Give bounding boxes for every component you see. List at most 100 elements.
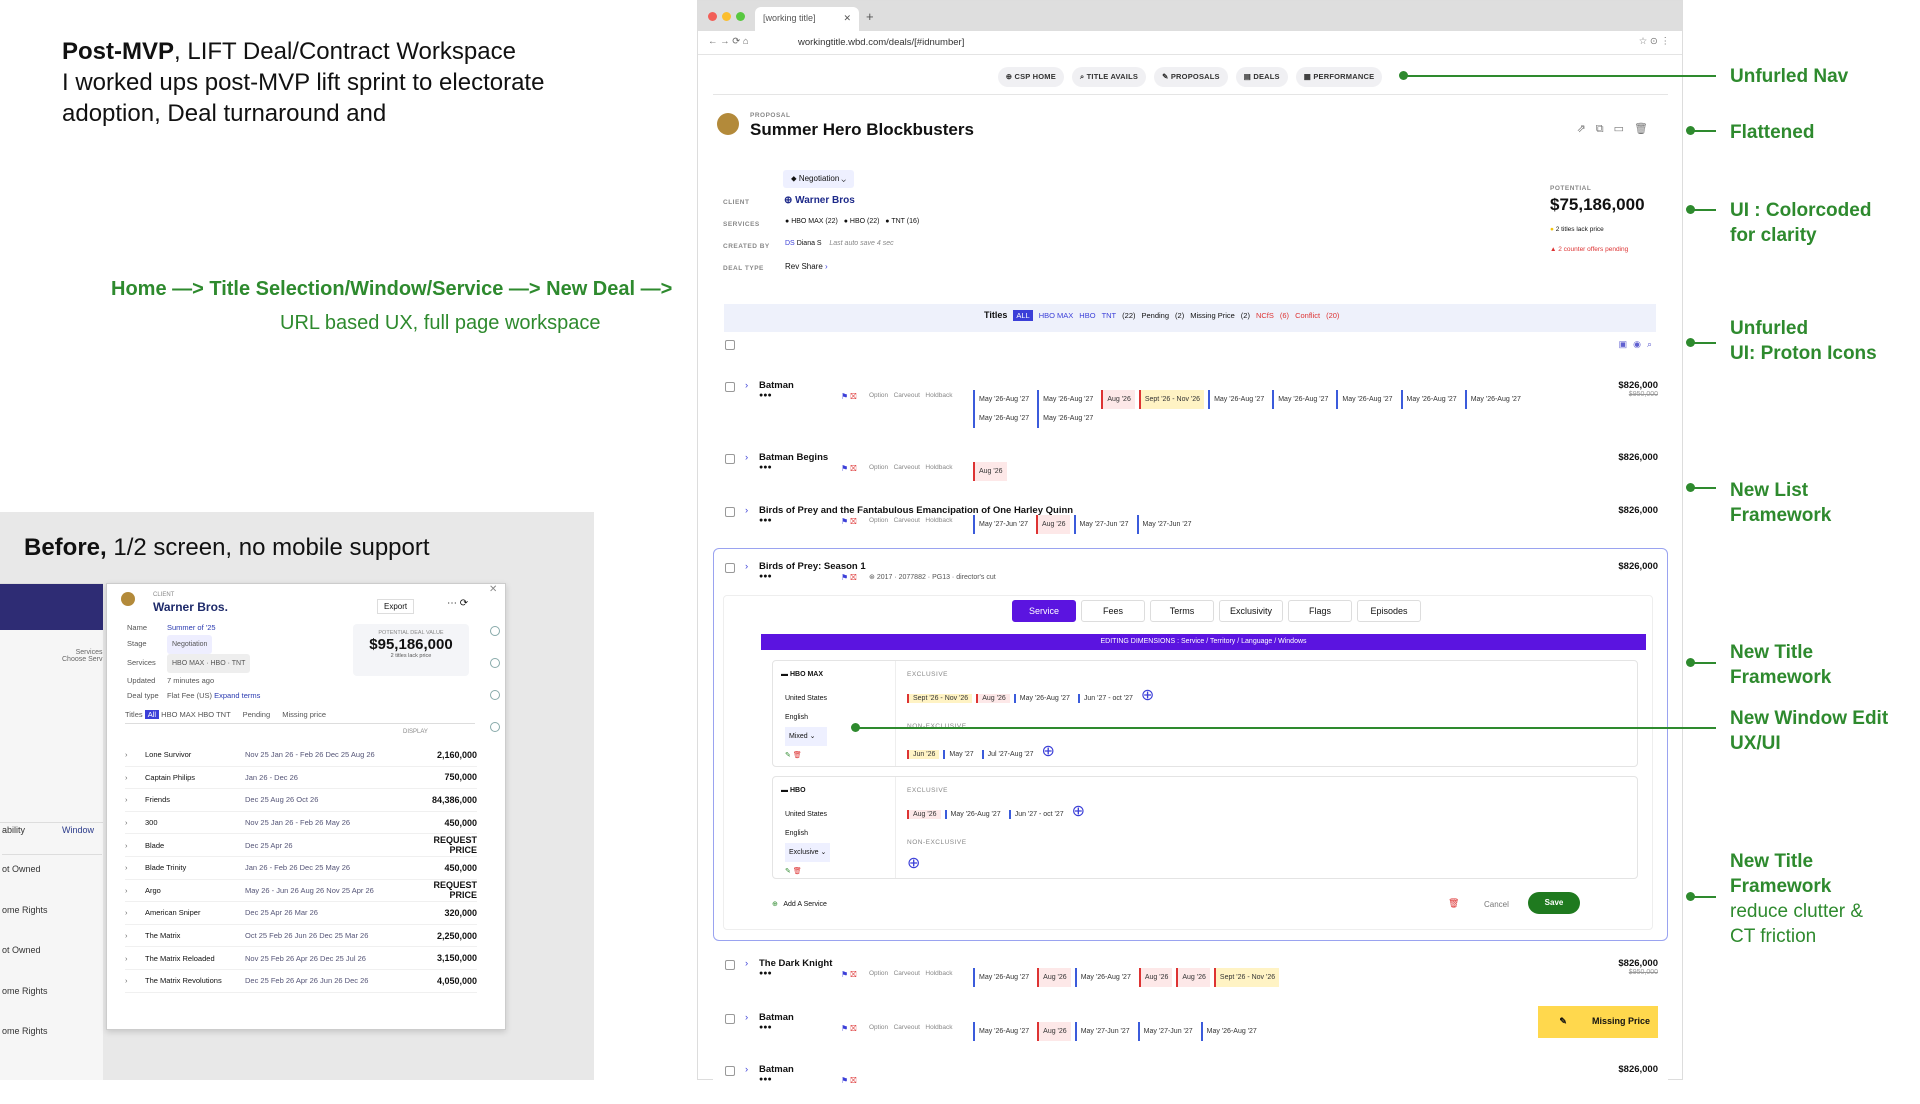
title-name[interactable]: Birds of Prey: Season 1 xyxy=(759,561,866,572)
flag-icons[interactable]: ⚑ ⛝ xyxy=(841,517,857,527)
table-row[interactable]: › Lone Survivor Nov 25 Jan 26 - Feb 26 Dec… xyxy=(125,744,477,767)
title-row[interactable]: › Birds of Prey and the Fantabulous Eman… xyxy=(723,505,1668,545)
tab-all[interactable]: All xyxy=(144,710,160,719)
row-checkbox[interactable] xyxy=(725,507,735,517)
add-window-icon[interactable]: ⊕ xyxy=(1042,743,1055,760)
window-chip[interactable]: Sept '26 - Nov '26 xyxy=(907,694,973,703)
edit-tab[interactable]: Service xyxy=(1012,600,1076,622)
stage-select[interactable]: ⬥ Negotiation ⌄ xyxy=(783,170,854,188)
window-chip[interactable]: May '27 xyxy=(943,750,977,759)
window-chip[interactable]: Jun '27 - oct '27 xyxy=(1008,810,1068,819)
flag-icons[interactable]: ⚑ ⛝ xyxy=(841,464,857,474)
window-chip[interactable]: May '27-Jun '27 xyxy=(1073,515,1133,534)
missing-price-badge[interactable]: ✎ Missing Price xyxy=(1538,1006,1658,1038)
window-chip[interactable]: May '26-Aug '27 xyxy=(1037,390,1097,409)
window-chip[interactable]: Aug '26 xyxy=(1037,968,1071,987)
filter-item[interactable]: HBO xyxy=(1079,311,1095,320)
edit-tab[interactable]: Terms xyxy=(1150,600,1214,622)
window-chip[interactable]: May '26-Aug '27 xyxy=(973,968,1033,987)
table-row[interactable]: › The Matrix Oct 25 Feb 26 Jun 26 Dec 25 M… xyxy=(125,925,477,948)
flag-icons[interactable]: ⚑ ⛝ xyxy=(841,970,857,980)
table-row[interactable]: › Blade Trinity Jan 26 - Feb 26 Dec 25 May… xyxy=(125,857,477,880)
window-chip[interactable]: May '26-Aug '27 xyxy=(944,810,1005,819)
option-links[interactable]: Option Carveout Holdback xyxy=(869,970,952,977)
close-icon[interactable]: ✕ xyxy=(489,584,497,595)
filter-item[interactable]: Titles xyxy=(984,310,1007,320)
table-row[interactable]: › Friends Dec 25 Aug 26 Oct 26 84,386,000 xyxy=(125,789,477,812)
table-row[interactable]: › Argo May 26 - Jun 26 Aug 26 Nov 25 Apr 2… xyxy=(125,880,477,903)
address-bar[interactable]: ← → ⟳ ⌂ workingtitle.wbd.com/deals/[#idn… xyxy=(698,31,1682,55)
tab-hbo[interactable]: HBO xyxy=(198,710,214,719)
deal-actions-icons[interactable]: ⇗⧉▭🗑 xyxy=(1577,122,1658,136)
window-chip[interactable]: Jun '27 - oct '27 xyxy=(1077,694,1137,703)
client-link[interactable]: ⊕ Warner Bros xyxy=(784,195,855,206)
option-links[interactable]: Option Carveout Holdback xyxy=(869,392,952,399)
save-button[interactable]: Save xyxy=(1528,892,1580,914)
title-row[interactable]: › The Dark Knight ●●● ⚑ ⛝ Option Carveout… xyxy=(723,958,1668,998)
export-button[interactable]: Export xyxy=(377,599,415,614)
title-row[interactable]: › Batman ●●● ⚑ ⛝ $826,000 xyxy=(723,1064,1668,1104)
window-chip[interactable]: May '27-Jun '27 xyxy=(1136,515,1196,534)
tab-missing[interactable]: Missing price xyxy=(282,710,326,719)
edit-tab[interactable]: Episodes xyxy=(1357,600,1421,622)
table-row[interactable]: › The Matrix Revolutions Dec 25 Feb 26 Apr… xyxy=(125,970,477,993)
window-chip[interactable]: Aug '26 xyxy=(1035,515,1070,534)
window-chip[interactable]: May '26-Aug '27 xyxy=(1074,968,1135,987)
add-window-icon[interactable]: ⊕ xyxy=(907,853,920,873)
expand-terms-link[interactable]: Expand terms xyxy=(214,691,260,700)
cancel-button[interactable]: Cancel xyxy=(1484,900,1509,909)
window-chip[interactable]: May '26-Aug '27 xyxy=(973,390,1033,409)
row-checkbox[interactable] xyxy=(725,960,735,970)
window-chip[interactable]: May '26-Aug '27 xyxy=(1336,390,1396,409)
flag-icons[interactable]: ⚑ ⛝ xyxy=(841,1076,857,1086)
window-chip[interactable]: May '27-Jun '27 xyxy=(1074,1022,1134,1041)
title-name[interactable]: Batman xyxy=(759,1012,794,1023)
title-row[interactable]: › Batman ●●● ⚑ ⛝ Option Carveout Holdback… xyxy=(723,1006,1668,1052)
window-chip[interactable]: Sept '26 - Nov '26 xyxy=(1213,968,1280,987)
window-chip[interactable]: Aug '26 xyxy=(1101,390,1135,409)
title-name[interactable]: The Dark Knight xyxy=(759,958,832,969)
window-chip[interactable]: May '26-Aug '27 xyxy=(1013,694,1074,703)
filter-item[interactable]: Missing Price xyxy=(1190,311,1235,320)
window-chip[interactable]: May '26-Aug '27 xyxy=(1037,409,1097,428)
table-row[interactable]: › Blade Dec 25 Apr 26 REQUEST PRICE xyxy=(125,834,477,857)
filter-item[interactable]: NCfS xyxy=(1256,311,1274,320)
nav-title-avails[interactable]: ⌕ TITLE AVAILS xyxy=(1071,67,1147,87)
add-window-icon[interactable]: ⊕ xyxy=(1141,687,1154,704)
tab-pending[interactable]: Pending xyxy=(243,710,271,719)
nav-arrows-icon[interactable]: ← → ⟳ ⌂ xyxy=(708,36,749,47)
more-icon[interactable]: ⋯ ⟳ xyxy=(447,598,468,609)
tab-hbomax[interactable]: HBO MAX xyxy=(161,710,196,719)
window-chip[interactable]: May '26-Aug '27 xyxy=(1200,1022,1261,1041)
new-tab-icon[interactable]: + xyxy=(866,9,874,24)
window-chip[interactable]: May '26-Aug '27 xyxy=(1400,390,1461,409)
option-links[interactable]: Option Carveout Holdback xyxy=(869,464,952,471)
window-chip[interactable]: Aug '26 xyxy=(973,462,1007,481)
filter-item[interactable]: (20) xyxy=(1326,311,1339,320)
delete-icon[interactable]: 🗑 xyxy=(1448,898,1459,909)
title-name[interactable]: Batman Begins xyxy=(759,452,828,463)
add-window-icon[interactable]: ⊕ xyxy=(1072,803,1085,820)
table-row[interactable]: › 300 Nov 25 Jan 26 - Feb 26 May 26 450,000 xyxy=(125,812,477,835)
window-chip[interactable]: Jun '26 xyxy=(907,750,940,759)
row-checkbox[interactable] xyxy=(725,382,735,392)
filter-item[interactable]: TNT xyxy=(1102,311,1117,320)
window-chip[interactable]: Aug '26 xyxy=(1037,1022,1071,1041)
table-row[interactable]: › Captain Philips Jan 26 - Dec 26 750,000 xyxy=(125,767,477,790)
url-text[interactable]: workingtitle.wbd.com/deals/[#idnumber] xyxy=(798,37,964,48)
window-chip[interactable]: May '26-Aug '27 xyxy=(1464,390,1525,409)
window-chip[interactable]: Aug '26 xyxy=(907,810,941,819)
tab-tnt[interactable]: TNT xyxy=(216,710,230,719)
filter-item[interactable]: HBO MAX xyxy=(1039,311,1074,320)
window-chip[interactable]: Aug '26 xyxy=(1176,968,1210,987)
window-chip[interactable]: May '27-Jun '27 xyxy=(973,515,1032,534)
add-service-button[interactable]: ⊕ Add A Service xyxy=(772,900,827,908)
nav-proposals[interactable]: ✎ PROPOSALS xyxy=(1154,67,1228,87)
nav-deals[interactable]: ▤ DEALS xyxy=(1235,67,1288,87)
window-chip[interactable]: May '26-Aug '27 xyxy=(973,409,1033,428)
window-chip[interactable]: May '27-Jun '27 xyxy=(1137,1022,1197,1041)
tab-titles[interactable]: Titles xyxy=(125,710,143,719)
deal-type[interactable]: Rev Share › xyxy=(785,262,828,271)
window-chip[interactable]: May '26-Aug '27 xyxy=(1272,390,1332,409)
filter-item[interactable]: (2) xyxy=(1175,311,1184,320)
